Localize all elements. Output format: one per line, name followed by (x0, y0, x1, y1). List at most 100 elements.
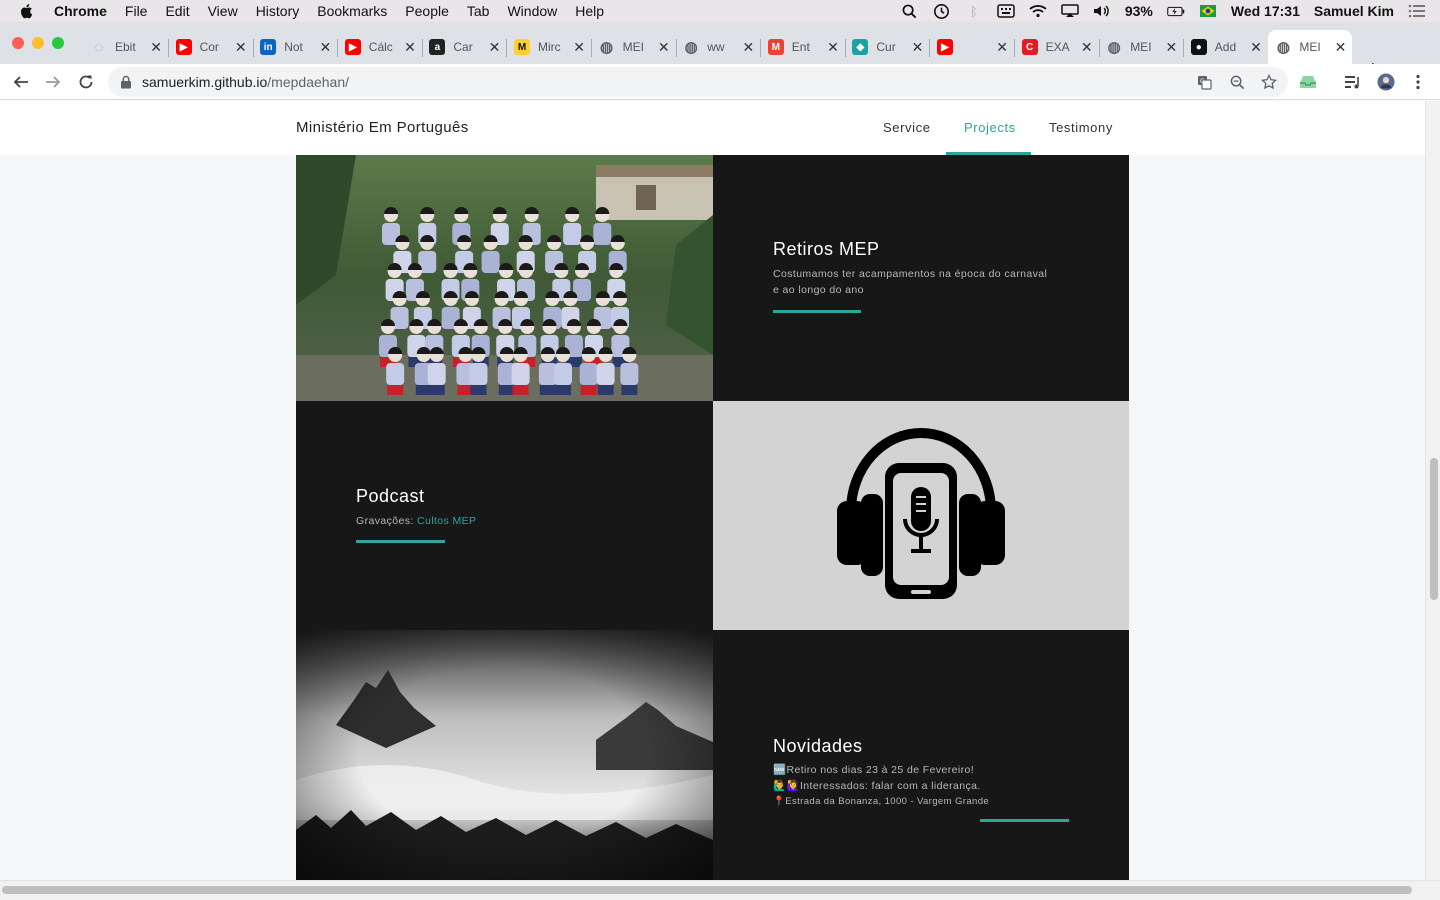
tab-close-icon[interactable]: ✕ (827, 39, 839, 56)
apple-logo-icon[interactable] (18, 2, 36, 20)
tab-close-icon[interactable]: ✕ (658, 39, 670, 56)
nav-service[interactable]: Service (883, 120, 931, 135)
photo-person-body (579, 363, 598, 385)
volume-icon[interactable] (1093, 3, 1111, 19)
menu-window[interactable]: Window (507, 3, 557, 19)
tab-close-icon[interactable]: ✕ (1335, 39, 1347, 56)
extension-inbox-icon[interactable] (1299, 73, 1317, 91)
brazil-flag-icon[interactable] (1199, 3, 1217, 19)
time-machine-icon[interactable] (933, 3, 951, 19)
tab-close-icon[interactable]: ✕ (1081, 39, 1093, 56)
forward-arrow-icon[interactable] (42, 71, 64, 93)
browser-tab[interactable]: a Car ✕ (422, 30, 508, 64)
browser-tab-title: EXA (1045, 40, 1070, 54)
browser-tab[interactable]: ◍ ww ✕ (676, 30, 762, 64)
bluetooth-icon[interactable]: ᛒ (965, 3, 983, 19)
keyboard-icon[interactable] (997, 3, 1015, 19)
podcast-card[interactable]: Podcast Gravações: Cultos MEP (296, 401, 713, 630)
nav-projects[interactable]: Projects (964, 120, 1016, 135)
menu-bar-user[interactable]: Samuel Kim (1314, 3, 1394, 19)
exa-icon: C (1021, 39, 1038, 55)
gmail-icon: M (767, 39, 784, 55)
browser-tab-title: Mirc (538, 40, 561, 54)
photo-person-legs (498, 385, 515, 395)
lock-icon[interactable] (120, 75, 132, 89)
menu-view[interactable]: View (208, 3, 238, 19)
menu-edit[interactable]: Edit (165, 3, 189, 19)
headphones-microphone-icon (837, 428, 1005, 599)
loading-icon: ◌ (94, 38, 104, 56)
tab-close-icon[interactable]: ✕ (1250, 39, 1262, 56)
menu-bookmarks[interactable]: Bookmarks (317, 3, 387, 19)
translate-icon[interactable]: G (1195, 73, 1213, 91)
browser-tab[interactable]: M Ent ✕ (761, 30, 846, 64)
horizontal-scrollbar[interactable] (0, 880, 1440, 900)
tab-close-icon[interactable]: ✕ (404, 39, 416, 56)
browser-tab[interactable]: ▶ ✕ (930, 30, 1015, 64)
menu-bar-status-area: ᛒ 93% Wed 17:31 Samuel Kim (901, 0, 1426, 22)
browser-tab-title: Cor (199, 40, 219, 54)
browser-tab[interactable]: ◍ MEI ✕ (592, 30, 677, 64)
window-zoom-button[interactable] (52, 37, 64, 49)
browser-tab[interactable]: ● Add ✕ (1184, 30, 1268, 64)
nav-testimony[interactable]: Testimony (1049, 120, 1113, 135)
retiros-card[interactable]: Retiros MEP Costumamos ter acampamentos … (713, 155, 1129, 401)
menu-bar-clock[interactable]: Wed 17:31 (1231, 3, 1300, 19)
menu-app-chrome[interactable]: Chrome (54, 3, 107, 19)
media-control-icon[interactable] (1344, 73, 1362, 91)
battery-charging-icon[interactable] (1167, 3, 1185, 19)
horizontal-scrollbar-thumb[interactable] (2, 886, 1412, 894)
bookmark-star-icon[interactable] (1260, 73, 1278, 91)
tab-close-icon[interactable]: ✕ (996, 39, 1008, 56)
svg-text:G: G (1200, 78, 1205, 85)
zoom-icon[interactable] (1228, 73, 1246, 91)
chrome-menu-icon[interactable] (1409, 73, 1427, 91)
browser-tab[interactable]: ▶ Cor ✕ (169, 30, 254, 64)
address-bar[interactable]: samuerkim.github.io/mepdaehan/ G (108, 67, 1288, 97)
podcast-link-cultos-mep[interactable]: Cultos MEP (417, 515, 476, 527)
browser-tab[interactable]: in Not ✕ (253, 30, 339, 64)
browser-tab[interactable]: ◍ MEI ✕ (1099, 30, 1185, 64)
photo-person-body (554, 363, 573, 385)
airplay-icon[interactable] (1061, 3, 1079, 19)
browser-tab[interactable]: M Mirc ✕ (507, 30, 592, 64)
wifi-icon[interactable] (1029, 3, 1047, 19)
tab-close-icon[interactable]: ✕ (912, 39, 924, 56)
menu-file[interactable]: File (125, 3, 148, 19)
browser-tab[interactable]: ▶ Cálc ✕ (338, 30, 423, 64)
address-url[interactable]: samuerkim.github.io/mepdaehan/ (142, 74, 349, 90)
menu-tab[interactable]: Tab (467, 3, 490, 19)
tab-close-icon[interactable]: ✕ (742, 39, 754, 56)
browser-tab[interactable]: ◌ Ebit ✕ (84, 30, 169, 64)
tab-close-icon[interactable]: ✕ (1165, 39, 1177, 56)
retiros-accent-bar (773, 310, 861, 313)
podcast-title: Podcast (356, 486, 425, 506)
photo-person-body (511, 363, 530, 385)
reload-icon[interactable] (75, 71, 97, 93)
browser-tab[interactable]: ◆ Cur ✕ (845, 30, 931, 64)
tab-close-icon[interactable]: ✕ (573, 39, 585, 56)
tab-close-icon[interactable]: ✕ (235, 39, 247, 56)
menu-help[interactable]: Help (575, 3, 604, 19)
tab-close-icon[interactable]: ✕ (319, 39, 331, 56)
tab-close-icon[interactable]: ✕ (150, 39, 162, 56)
novidades-card[interactable]: Novidades 🆕Retiro nos dias 23 à 25 de Fe… (713, 630, 1129, 880)
retiros-title: Retiros MEP (773, 239, 880, 259)
menu-people[interactable]: People (405, 3, 449, 19)
tab-close-icon[interactable]: ✕ (489, 39, 501, 56)
browser-tab[interactable]: ◍ MEI ✕ (1268, 30, 1353, 64)
retiros-description-line1: Costumamos ter acampamentos na época do … (773, 268, 1048, 280)
window-minimize-button[interactable] (32, 37, 44, 49)
vertical-scrollbar-thumb[interactable] (1430, 458, 1438, 600)
menu-history[interactable]: History (256, 3, 300, 19)
window-close-button[interactable] (12, 37, 24, 49)
retiros-group-photo (296, 155, 713, 401)
spotlight-search-icon[interactable] (901, 3, 919, 19)
vertical-scrollbar[interactable] (1425, 101, 1440, 880)
notification-center-icon[interactable] (1408, 3, 1426, 19)
profile-avatar[interactable] (1377, 73, 1395, 91)
back-arrow-icon[interactable] (10, 71, 32, 93)
browser-tab[interactable]: C EXA ✕ (1015, 30, 1100, 64)
site-brand[interactable]: Ministério Em Português (296, 119, 469, 136)
photo-person-body (427, 363, 446, 385)
